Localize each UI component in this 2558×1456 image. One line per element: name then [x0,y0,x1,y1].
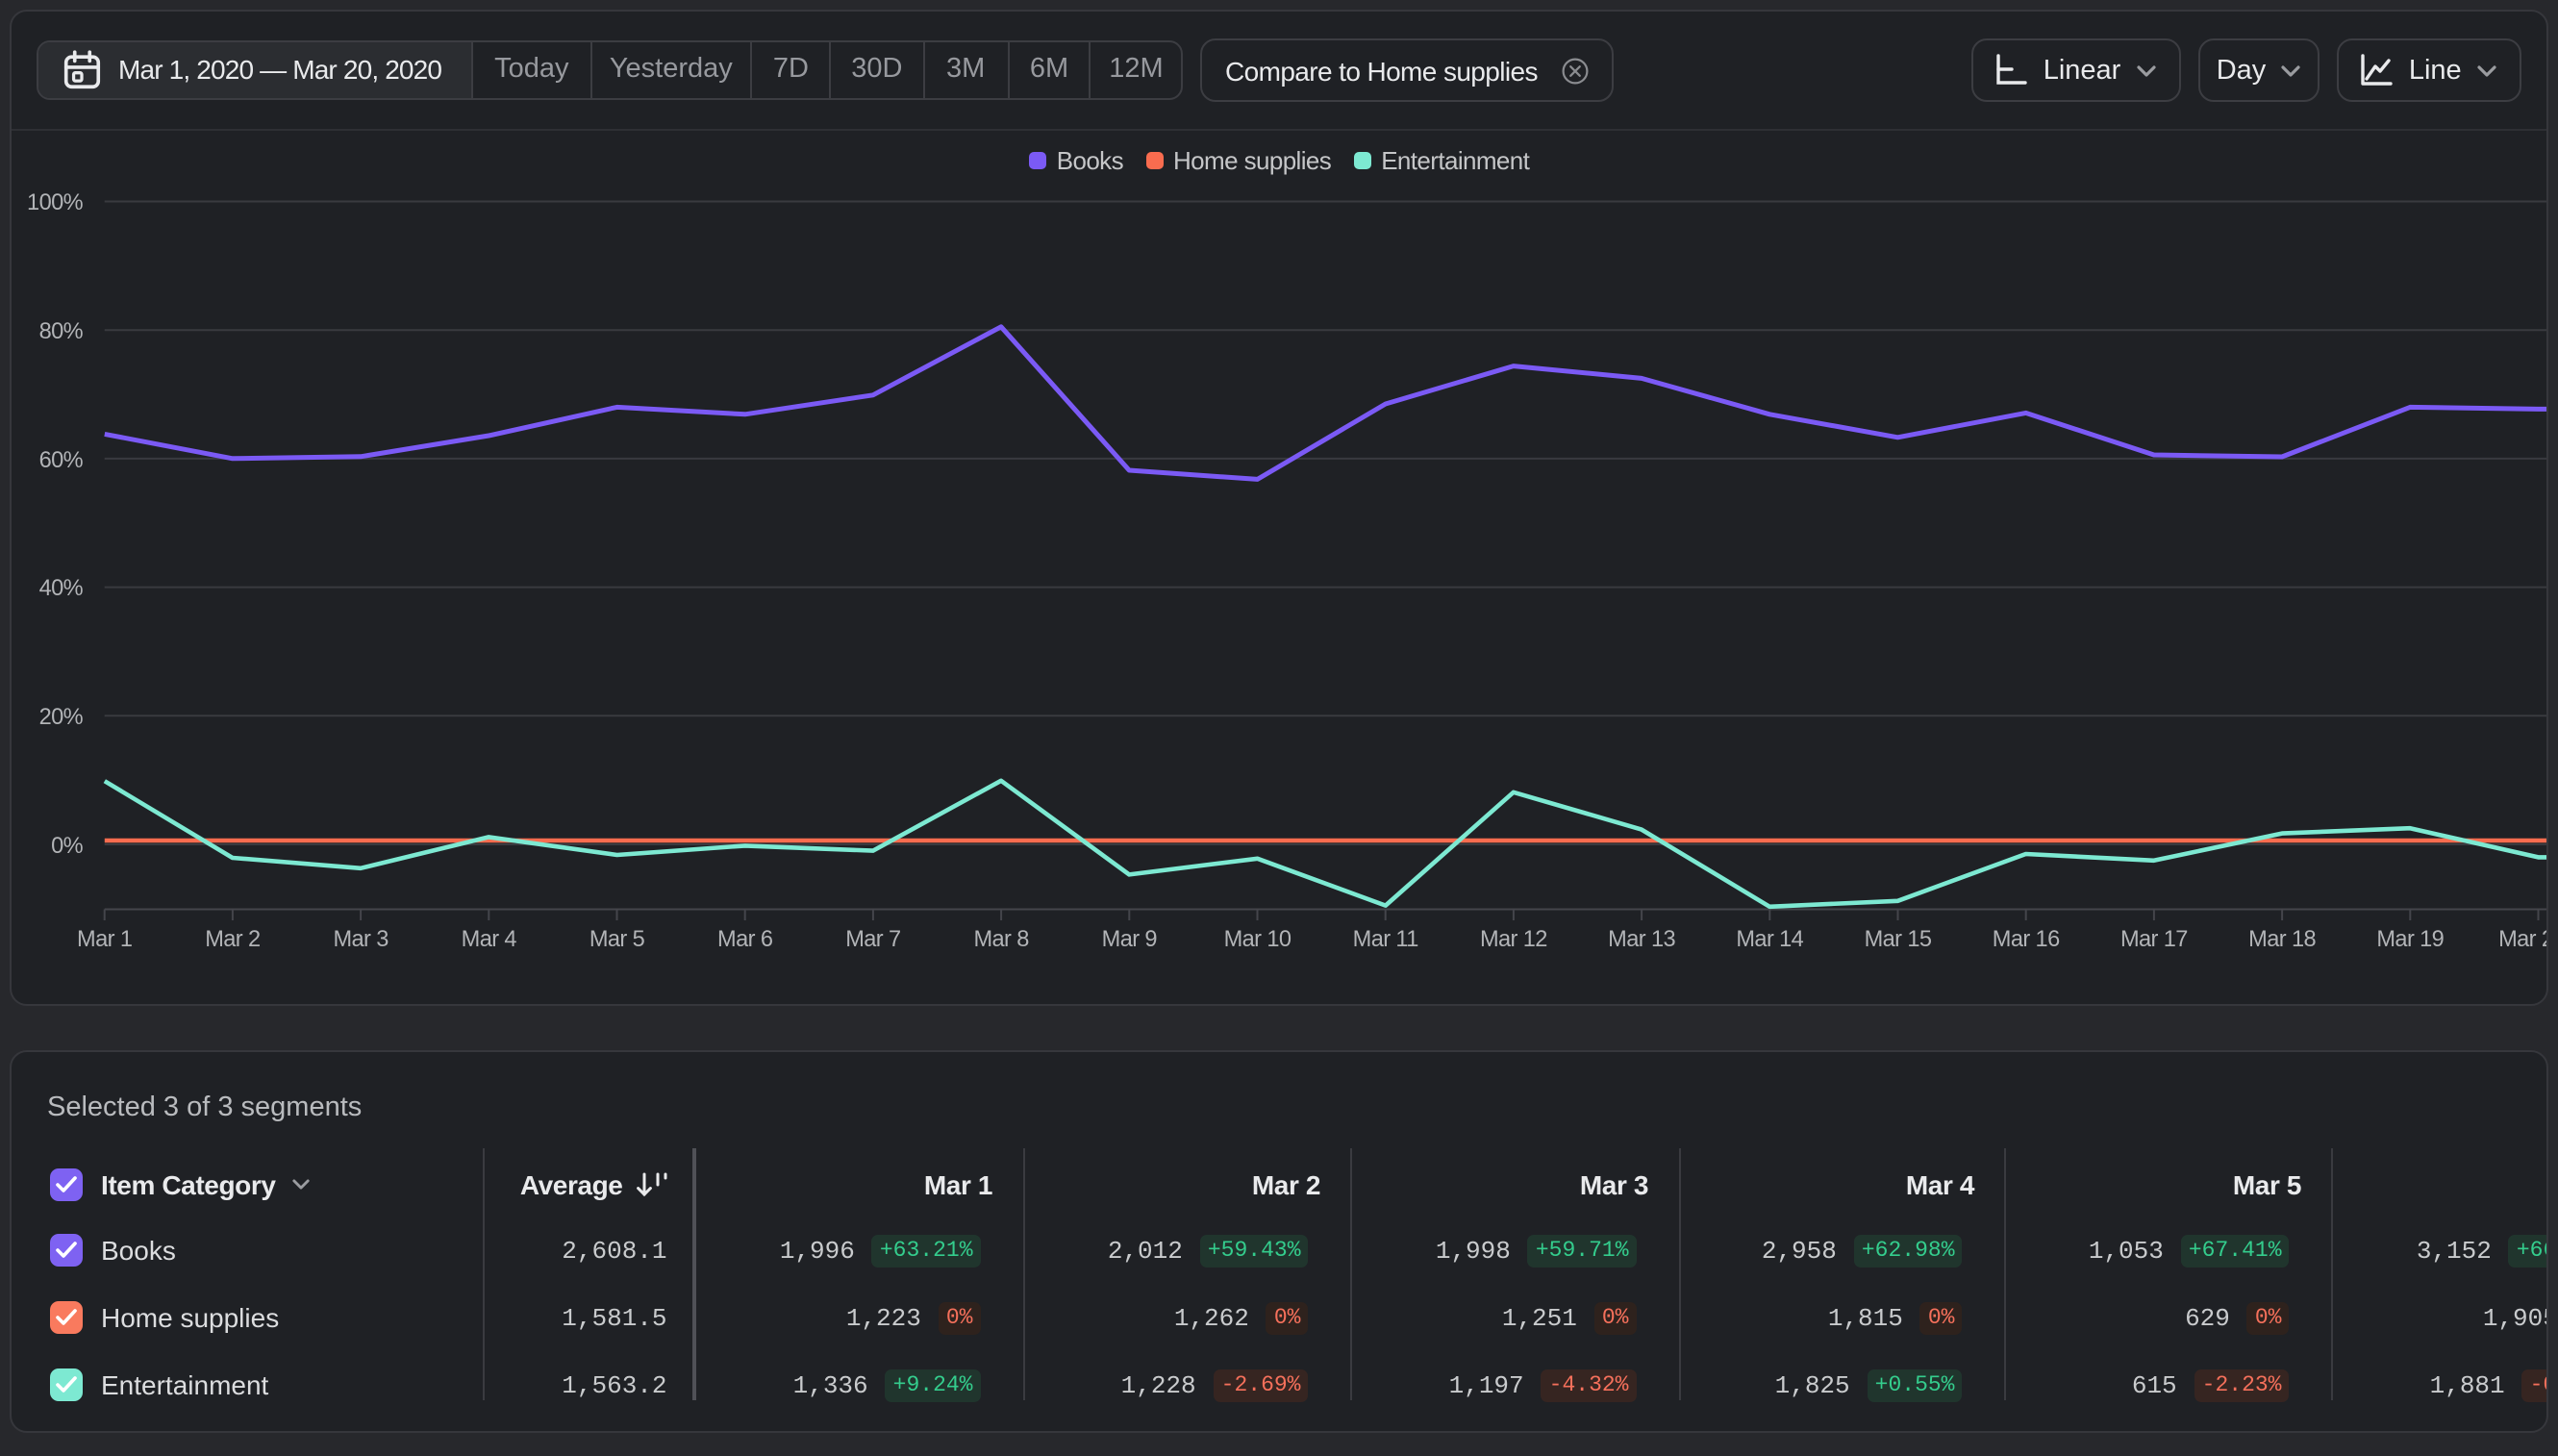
svg-text:Mar 17: Mar 17 [2120,927,2188,952]
svg-text:Mar 12: Mar 12 [1480,927,1547,952]
svg-text:Mar 11: Mar 11 [1353,927,1418,952]
svg-text:Mar 20: Mar 20 [2498,927,2546,952]
svg-text:Mar 18: Mar 18 [2248,927,2316,952]
svg-text:Mar 16: Mar 16 [1993,927,2060,952]
svg-text:Mar 3: Mar 3 [333,927,389,952]
svg-text:Mar 7: Mar 7 [845,927,900,952]
svg-text:80%: 80% [39,319,84,344]
svg-text:0%: 0% [51,834,84,859]
svg-text:Mar 10: Mar 10 [1224,927,1292,952]
svg-text:40%: 40% [39,576,84,601]
svg-text:Mar 6: Mar 6 [717,927,773,952]
svg-text:Mar 5: Mar 5 [589,927,645,952]
svg-text:Mar 2: Mar 2 [205,927,260,952]
svg-text:Mar 4: Mar 4 [462,927,517,952]
svg-text:Mar 14: Mar 14 [1736,927,1803,952]
svg-text:Mar 9: Mar 9 [1102,927,1157,952]
svg-text:20%: 20% [39,705,84,730]
svg-text:60%: 60% [39,448,84,473]
svg-text:Mar 19: Mar 19 [2376,927,2444,952]
svg-text:Mar 13: Mar 13 [1608,927,1675,952]
svg-text:Mar 1: Mar 1 [77,927,132,952]
svg-text:Mar 8: Mar 8 [973,927,1029,952]
svg-text:Mar 15: Mar 15 [1865,927,1932,952]
svg-text:100%: 100% [27,190,84,215]
